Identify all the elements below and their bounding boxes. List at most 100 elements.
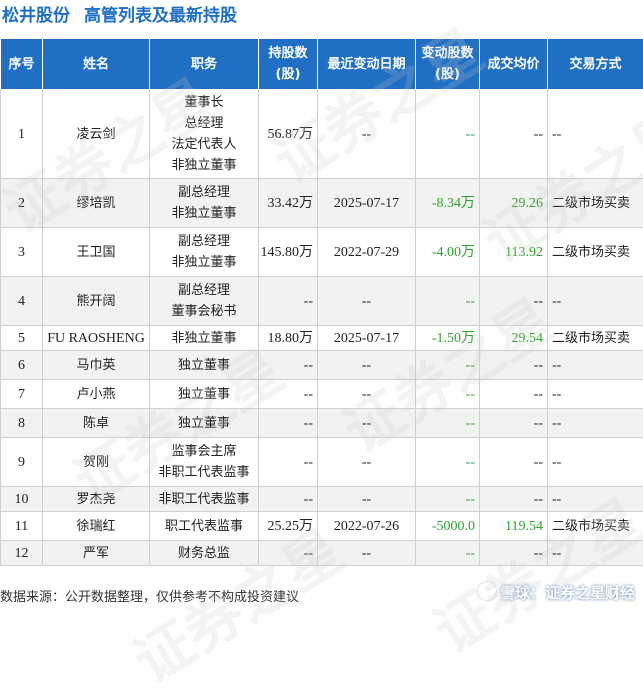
cell-shares: 56.87万: [259, 90, 318, 179]
cell-date: --: [318, 487, 416, 512]
table-row: 4熊开阔副总经理董事会秘书----------: [1, 277, 643, 326]
cell-method: 二级市场买卖: [548, 326, 643, 351]
cell-method: --: [548, 351, 643, 380]
cell-price: 29.54: [480, 326, 548, 351]
cell-change: --: [416, 438, 480, 487]
cell-name: FU RAOSHENG: [43, 326, 150, 351]
cell-method: --: [548, 438, 643, 487]
cell-roles: 独立董事: [150, 380, 259, 409]
cell-price: --: [480, 487, 548, 512]
table-row: 2缪培凯副总经理非独立董事33.42万2025-07-17-8.34万29.26…: [1, 179, 643, 228]
cell-seq: 2: [1, 179, 43, 228]
cell-roles: 职工代表监事: [150, 512, 259, 541]
cell-method: 二级市场买卖: [548, 228, 643, 277]
table-row: 12严军财务总监----------: [1, 541, 643, 566]
cell-price: --: [480, 90, 548, 179]
cell-date: 2022-07-26: [318, 512, 416, 541]
col-header-seq: 序号: [1, 39, 43, 90]
table-row: 8陈卓独立董事----------: [1, 409, 643, 438]
role-line: 法定代表人: [150, 134, 258, 155]
cell-price: --: [480, 438, 548, 487]
cell-name: 卢小燕: [43, 380, 150, 409]
col-header-method: 交易方式: [548, 39, 643, 90]
company-name: 松井股份: [2, 6, 70, 26]
col-header-shares: 持股数(股): [259, 39, 318, 90]
role-line: 独立董事: [150, 355, 258, 376]
cell-date: --: [318, 541, 416, 566]
cell-price: --: [480, 277, 548, 326]
cell-date: 2025-07-17: [318, 326, 416, 351]
cell-change: -1.50万: [416, 326, 480, 351]
cell-price: --: [480, 409, 548, 438]
role-line: 非独立董事: [150, 252, 258, 273]
cell-method: 二级市场买卖: [548, 179, 643, 228]
cell-date: --: [318, 277, 416, 326]
cell-shares: 145.80万: [259, 228, 318, 277]
cell-price: --: [480, 541, 548, 566]
cell-price: --: [480, 351, 548, 380]
cell-method: --: [548, 380, 643, 409]
cell-name: 罗杰尧: [43, 487, 150, 512]
cell-name: 熊开阔: [43, 277, 150, 326]
table-row: 1凌云剑董事长总经理法定代表人非独立董事56.87万--------: [1, 90, 643, 179]
table-row: 9贺刚监事会主席非职工代表监事----------: [1, 438, 643, 487]
cell-seq: 6: [1, 351, 43, 380]
cell-method: --: [548, 487, 643, 512]
table-header-row: 序号 姓名 职务 持股数(股) 最近变动日期 变动股数(股) 成交均价 交易方式: [1, 39, 643, 90]
cell-change: --: [416, 380, 480, 409]
cell-method: --: [548, 277, 643, 326]
cell-seq: 12: [1, 541, 43, 566]
cell-method: 二级市场买卖: [548, 512, 643, 541]
col-header-line: 变动股数: [416, 43, 479, 64]
cell-price: 113.92: [480, 228, 548, 277]
role-line: 非独立董事: [150, 203, 258, 224]
cell-shares: --: [259, 541, 318, 566]
cell-change: -4.00万: [416, 228, 480, 277]
col-header-line: (股): [416, 64, 479, 85]
role-line: 副总经理: [150, 231, 258, 252]
cell-date: 2022-07-29: [318, 228, 416, 277]
cell-name: 凌云剑: [43, 90, 150, 179]
role-line: 副总经理: [150, 182, 258, 203]
executives-table: 序号 姓名 职务 持股数(股) 最近变动日期 变动股数(股) 成交均价 交易方式…: [0, 38, 643, 566]
table-row: 7卢小燕独立董事----------: [1, 380, 643, 409]
cell-price: --: [480, 380, 548, 409]
cell-seq: 7: [1, 380, 43, 409]
cell-change: --: [416, 487, 480, 512]
col-header-name: 姓名: [43, 39, 150, 90]
cell-seq: 11: [1, 512, 43, 541]
role-line: 财务总监: [150, 543, 258, 564]
cell-roles: 财务总监: [150, 541, 259, 566]
cell-date: --: [318, 409, 416, 438]
table-title: 高管列表及最新持股: [84, 6, 237, 26]
role-line: 副总经理: [150, 280, 258, 301]
cell-roles: 董事长总经理法定代表人非独立董事: [150, 90, 259, 179]
cell-seq: 1: [1, 90, 43, 179]
cell-seq: 4: [1, 277, 43, 326]
snowball-logo-icon: [478, 582, 496, 600]
cell-name: 马巾英: [43, 351, 150, 380]
cell-price: 119.54: [480, 512, 548, 541]
cell-seq: 5: [1, 326, 43, 351]
cell-name: 缪培凯: [43, 179, 150, 228]
col-header-roles: 职务: [150, 39, 259, 90]
cell-shares: 33.42万: [259, 179, 318, 228]
role-line: 非独立董事: [150, 328, 258, 349]
cell-seq: 3: [1, 228, 43, 277]
cell-shares: --: [259, 380, 318, 409]
cell-name: 王卫国: [43, 228, 150, 277]
cell-date: --: [318, 380, 416, 409]
role-line: 独立董事: [150, 384, 258, 405]
cell-roles: 非独立董事: [150, 326, 259, 351]
cell-date: --: [318, 90, 416, 179]
role-line: 独立董事: [150, 413, 258, 434]
cell-name: 陈卓: [43, 409, 150, 438]
cell-shares: 18.80万: [259, 326, 318, 351]
cell-method: --: [548, 409, 643, 438]
role-line: 非独立董事: [150, 155, 258, 176]
cell-roles: 独立董事: [150, 409, 259, 438]
brand-watermark: 雪球：证券之星财经: [478, 580, 635, 606]
role-line: 监事会主席: [150, 441, 258, 462]
cell-roles: 副总经理非独立董事: [150, 179, 259, 228]
cell-shares: --: [259, 351, 318, 380]
